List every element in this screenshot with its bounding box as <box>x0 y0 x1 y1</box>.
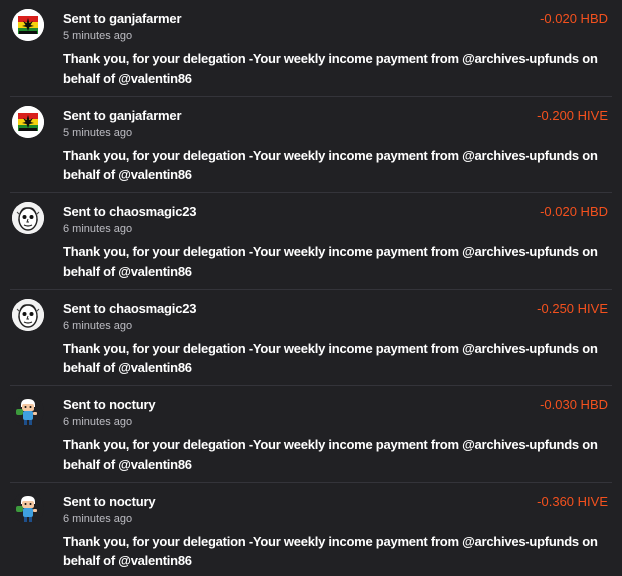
transaction-prefix: Sent to <box>63 397 106 412</box>
transaction-prefix: Sent to <box>63 493 106 509</box>
transaction-row: Sent to chaosmagic23 6 minutes ago -0.02… <box>10 193 612 290</box>
recipient-link[interactable]: noctury <box>109 494 155 509</box>
transaction-time: 6 minutes ago <box>63 223 133 235</box>
recipient-link[interactable]: chaosmagic23 <box>109 301 196 316</box>
transaction-time: 6 minutes ago <box>63 416 133 428</box>
transaction-amount: -0.030 HBD <box>540 397 608 412</box>
transaction-row: Sent to noctury 6 minutes ago -0.360 HIV… <box>10 483 612 576</box>
transaction-time: 5 minutes ago <box>63 126 133 139</box>
transaction-memo: Thank you, for your delegation -Your wee… <box>63 340 598 376</box>
sketch-face-icon[interactable] <box>12 298 44 331</box>
transaction-amount: -0.360 HIVE <box>537 493 608 509</box>
transaction-amount: -0.250 HIVE <box>537 300 608 316</box>
recipient-link[interactable]: ganjafarmer <box>109 11 181 26</box>
transaction-row: Sent to ganjafarmer 5 minutes ago -0.200… <box>10 97 612 193</box>
transaction-memo: Thank you, for your delegation -Your wee… <box>63 244 598 279</box>
transaction-title: Sent to ganjafarmer <box>63 11 182 26</box>
transaction-memo: Thank you, for your delegation -Your wee… <box>63 533 598 569</box>
transaction-row: Sent to ganjafarmer 5 minutes ago -0.020… <box>10 0 612 97</box>
transaction-title: Sent to chaosmagic23 <box>63 301 196 316</box>
transaction-amount: -0.200 HIVE <box>537 107 608 123</box>
transaction-prefix: Sent to <box>63 11 106 26</box>
transaction-title: Sent to noctury <box>63 493 156 509</box>
ganja-logo-icon[interactable] <box>12 9 44 41</box>
transaction-prefix: Sent to <box>63 107 106 123</box>
transaction-amount: -0.020 HBD <box>540 11 608 26</box>
ganja-logo-icon[interactable] <box>12 105 44 138</box>
cartoon-character-icon[interactable] <box>12 395 44 427</box>
sketch-face-icon[interactable] <box>12 202 44 234</box>
recipient-link[interactable]: chaosmagic23 <box>109 204 196 219</box>
transaction-time: 6 minutes ago <box>63 512 133 525</box>
transaction-title: Sent to noctury <box>63 397 156 412</box>
transaction-memo: Thank you, for your delegation -Your wee… <box>63 437 598 472</box>
transaction-prefix: Sent to <box>63 300 106 316</box>
transaction-memo: Thank you, for your delegation -Your wee… <box>63 51 598 86</box>
transaction-prefix: Sent to <box>63 204 106 219</box>
transaction-row: Sent to chaosmagic23 6 minutes ago -0.25… <box>10 290 612 386</box>
recipient-link[interactable]: noctury <box>109 397 155 412</box>
transaction-time: 5 minutes ago <box>63 30 133 42</box>
cartoon-character-icon[interactable] <box>12 491 44 524</box>
transaction-list: Sent to ganjafarmer 5 minutes ago -0.020… <box>0 0 622 576</box>
recipient-link[interactable]: ganjafarmer <box>109 108 181 123</box>
transaction-row: Sent to noctury 6 minutes ago -0.030 HBD… <box>10 386 612 483</box>
transaction-title: Sent to chaosmagic23 <box>63 204 196 219</box>
transaction-title: Sent to ganjafarmer <box>63 107 182 123</box>
transaction-time: 6 minutes ago <box>63 319 133 332</box>
transaction-amount: -0.020 HBD <box>540 204 608 219</box>
transaction-memo: Thank you, for your delegation -Your wee… <box>63 147 598 183</box>
